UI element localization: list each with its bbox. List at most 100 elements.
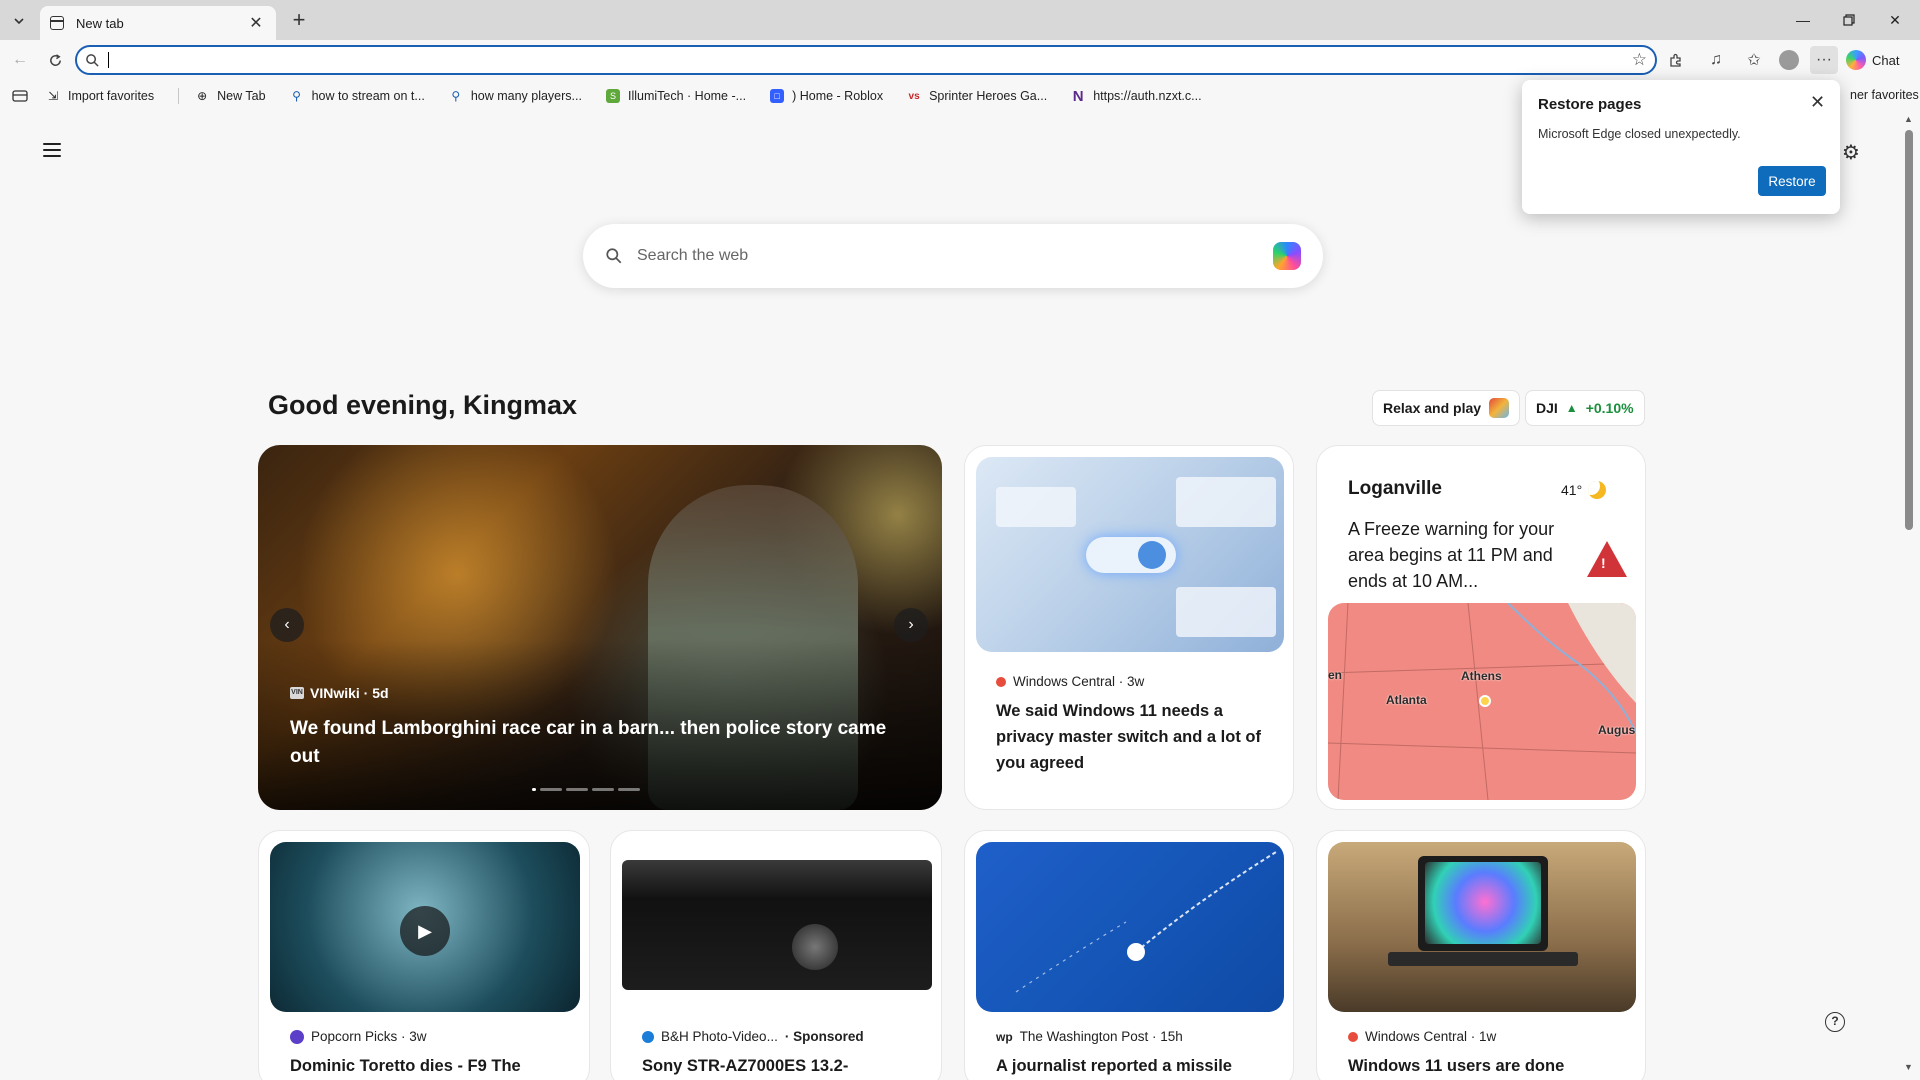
n-icon: N xyxy=(1072,87,1084,105)
close-tab-icon[interactable]: ✕ xyxy=(246,13,266,33)
page-settings-gear-icon[interactable]: ⚙ xyxy=(1842,140,1860,165)
roblox-icon: □ xyxy=(770,89,785,103)
search-icon xyxy=(606,248,622,264)
favorite-roblox[interactable]: □ ) Home - Roblox xyxy=(770,89,883,103)
favorite-players-search[interactable]: ⚲ how many players... xyxy=(449,89,582,103)
carousel-prev-icon[interactable]: ‹ xyxy=(270,608,304,642)
hero-carousel[interactable]: ‹ › VIN VINwiki · 5d We found Lamborghin… xyxy=(258,445,942,810)
restore-window-icon[interactable] xyxy=(1826,6,1872,34)
search-icon xyxy=(86,53,99,67)
close-window-icon[interactable]: ✕ xyxy=(1872,6,1918,34)
play-icon[interactable]: ▶ xyxy=(400,906,450,956)
favorite-new-tab[interactable]: ⊕ New Tab xyxy=(195,89,265,103)
card-source-label: B&H Photo-Video... xyxy=(661,1029,778,1044)
menu-hamburger-icon[interactable] xyxy=(40,140,64,160)
sponsored-label: · Sponsored xyxy=(784,1029,864,1044)
freeze-warning-icon xyxy=(1587,541,1627,577)
favorite-import[interactable]: ⇲ Import favorites xyxy=(46,89,154,103)
divider xyxy=(178,88,180,104)
search-icon: ⚲ xyxy=(292,89,301,103)
tab-strip-icon[interactable] xyxy=(12,90,28,102)
map-label-augusta: Augus xyxy=(1598,723,1636,737)
game-icon xyxy=(1489,398,1510,418)
favorite-label: how many players... xyxy=(470,89,582,103)
copilot-icon[interactable] xyxy=(1273,242,1301,270)
newtab-page-icon xyxy=(50,16,64,30)
thermometer-icon: ! xyxy=(1601,555,1606,571)
favorite-label: ) Home - Roblox xyxy=(792,89,884,103)
relax-and-play-pill[interactable]: Relax and play xyxy=(1372,390,1521,426)
carousel-next-icon[interactable]: › xyxy=(894,608,928,642)
weather-map[interactable]: Athens Atlanta Augus en xyxy=(1328,603,1636,800)
weather-temp-value: 41° xyxy=(1561,482,1583,498)
map-label-partial: en xyxy=(1328,668,1343,682)
windows-central-icon xyxy=(996,676,1006,687)
favorite-star-icon[interactable]: ☆ xyxy=(1632,50,1647,70)
restore-pages-dialog: Restore pages ✕ Microsoft Edge closed un… xyxy=(1522,80,1840,214)
media-playback-icon[interactable]: ♫ xyxy=(1702,46,1730,74)
card-headline[interactable]: We said Windows 11 needs a privacy maste… xyxy=(996,698,1266,776)
card-headline[interactable]: Windows 11 users are done xyxy=(1348,1053,1628,1079)
scroll-up-icon[interactable]: ▲ xyxy=(1904,114,1913,124)
favorite-label: Sprinter Heroes Ga... xyxy=(929,89,1048,103)
extensions-icon[interactable] xyxy=(1662,46,1690,74)
news-card-popcorn[interactable]: ▶ Popcorn Picks · 3w Dominic Toretto die… xyxy=(258,830,590,1080)
news-card-bh-sponsored[interactable]: B&H Photo-Video... · Sponsored Sony STR-… xyxy=(610,830,942,1080)
weather-alert[interactable]: A Freeze warning for your area begins at… xyxy=(1348,516,1578,594)
search-placeholder[interactable]: Search the web xyxy=(637,247,1273,265)
tab-actions-chevron-icon[interactable] xyxy=(6,8,32,34)
favorite-label: Import favorites xyxy=(68,89,155,103)
favorites-icon[interactable]: ✩ xyxy=(1740,46,1768,74)
copilot-icon xyxy=(1846,50,1866,70)
card-headline[interactable]: Dominic Toretto dies - F9 The xyxy=(290,1053,570,1079)
news-card-privacy[interactable]: Windows Central · 3w We said Windows 11 … xyxy=(964,445,1294,810)
card-headline[interactable]: Sony STR-AZ7000ES 13.2- xyxy=(642,1053,922,1079)
new-tab-button[interactable]: + xyxy=(286,8,312,34)
help-feedback-icon[interactable]: ? xyxy=(1825,1012,1845,1032)
vs-icon: vs xyxy=(908,90,920,102)
minimize-icon[interactable]: — xyxy=(1780,6,1826,34)
address-bar[interactable]: ☆ xyxy=(75,45,1657,75)
card-source-label: Windows Central · 1w xyxy=(1365,1029,1497,1044)
favorite-illumitech[interactable]: S IllumiTech · Home -... xyxy=(605,89,746,103)
shopify-icon: S xyxy=(605,89,620,103)
scroll-down-icon[interactable]: ▼ xyxy=(1904,1062,1913,1072)
web-search-box[interactable]: Search the web xyxy=(583,224,1323,288)
favorite-label: New Tab xyxy=(217,89,266,103)
weather-city: Loganville xyxy=(1348,478,1442,499)
hero-headline[interactable]: We found Lamborghini race car in a barn.… xyxy=(290,715,920,771)
refresh-icon[interactable] xyxy=(41,46,69,74)
card-source: Windows Central · 3w xyxy=(996,674,1144,689)
address-input[interactable] xyxy=(109,48,1632,72)
scrollbar-thumb[interactable] xyxy=(1905,130,1913,530)
search-icon: ⚲ xyxy=(451,89,461,103)
back-arrow-icon[interactable]: ← xyxy=(6,46,34,74)
favorite-label: https://auth.nzxt.c... xyxy=(1093,89,1202,103)
copilot-chat-button[interactable]: Chat xyxy=(1846,46,1916,74)
news-card-windows-central[interactable]: Windows Central · 1w Windows 11 users ar… xyxy=(1316,830,1646,1080)
favorite-stream-search[interactable]: ⚲ how to stream on t... xyxy=(290,89,425,103)
card-image xyxy=(976,842,1284,1012)
tab-new-tab[interactable]: New tab ✕ xyxy=(40,6,276,40)
card-source-label: The Washington Post · 15h xyxy=(1019,1029,1183,1044)
up-arrow-icon: ▲ xyxy=(1565,401,1578,415)
card-headline[interactable]: A journalist reported a missile xyxy=(996,1053,1276,1079)
tab-title: New tab xyxy=(76,15,124,31)
favorite-sprinter-heroes[interactable]: vs Sprinter Heroes Ga... xyxy=(907,89,1048,103)
settings-more-icon[interactable]: ··· xyxy=(1810,46,1838,74)
windows-central-icon xyxy=(1348,1031,1358,1042)
card-image xyxy=(1328,842,1636,1012)
hero-source: VIN VINwiki · 5d xyxy=(290,685,389,701)
card-source: wp The Washington Post · 15h xyxy=(996,1029,1183,1044)
weather-temp: 41° xyxy=(1561,481,1607,499)
favorite-nzxt[interactable]: N https://auth.nzxt.c... xyxy=(1071,87,1202,105)
weather-card[interactable]: Loganville 41° A Freeze warning for your… xyxy=(1316,445,1646,810)
hero-source-label: VINwiki · 5d xyxy=(310,685,389,701)
location-pin-icon xyxy=(1479,695,1491,707)
news-card-wapo[interactable]: wp The Washington Post · 15h A journalis… xyxy=(964,830,1294,1080)
close-icon[interactable]: ✕ xyxy=(1810,92,1825,113)
other-favorites[interactable]: ner favorites xyxy=(1850,88,1919,102)
restore-button[interactable]: Restore xyxy=(1758,166,1826,196)
stock-ticker-pill[interactable]: DJI ▲ +0.10% xyxy=(1525,390,1645,426)
profile-avatar[interactable] xyxy=(1775,46,1803,74)
